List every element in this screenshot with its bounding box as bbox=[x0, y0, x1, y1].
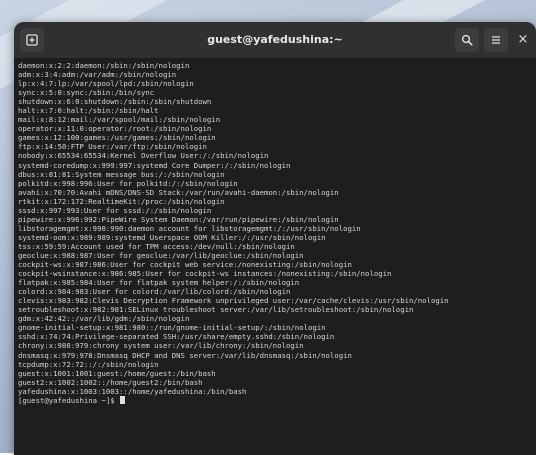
terminal-line: rtkit:x:172:172:RealtimeKit:/proc:/sbin/… bbox=[18, 196, 225, 206]
terminal-line: sssd:x:997:993:User for sssd:/:/sbin/nol… bbox=[18, 205, 212, 215]
terminal-line: games:x:12:100:games:/usr/games:/sbin/no… bbox=[18, 133, 216, 143]
terminal-line: adm:x:3:4:adm:/var/adm:/sbin/nologin bbox=[18, 70, 177, 80]
terminal-line: pipewire:x:996:992:PipeWire System Daemo… bbox=[18, 214, 339, 224]
shell-prompt-line[interactable]: [guest@yafedushina ~]$ bbox=[18, 395, 536, 405]
terminal-line: chrony:x:980:979:chrony system user:/var… bbox=[18, 341, 304, 351]
terminal-window[interactable]: guest@yafedushina:~ × daemon:x:2:2:daemo… bbox=[14, 22, 536, 455]
terminal-line: lp:x:4:7:lp:/var/spool/lpd:/sbin/nologin bbox=[18, 79, 194, 89]
terminal-line: nobody:x:65534:65534:Kernel Overflow Use… bbox=[18, 151, 269, 161]
terminal-line: guest2:x:1002:1002::/home/guest2:/bin/ba… bbox=[18, 377, 203, 387]
terminal-line: yafedushina:x:1003:1003::/home/yafedushi… bbox=[18, 386, 247, 396]
terminal-line: cockpit-wsinstance:x:986:985:User for co… bbox=[18, 269, 392, 279]
text-cursor bbox=[120, 395, 126, 404]
terminal-line: cockpit-ws:x:987:986:User for cockpit we… bbox=[18, 260, 352, 270]
terminal-line: clevis:x:983:982:Clevis Decryption Frame… bbox=[18, 296, 449, 306]
terminal-output[interactable]: daemon:x:2:2:daemon:/sbin:/sbin/nologin a… bbox=[14, 59, 536, 405]
hamburger-menu-icon bbox=[492, 36, 500, 44]
terminal-line: avahi:x:70:70:Avahi mDNS/DNS-SD Stack:/v… bbox=[18, 187, 339, 197]
terminal-line: setroubleshoot:x:982:981:SELinux trouble… bbox=[18, 305, 414, 315]
terminal-line: flatpak:x:985:984:User for flatpak syste… bbox=[18, 278, 300, 288]
terminal-line: gnome-initial-setup:x:981:980::/run/gnom… bbox=[18, 323, 326, 333]
terminal-line: systemd-oom:x:989:989:systemd Userspace … bbox=[18, 232, 326, 242]
terminal-line: geoclue:x:988:987:User for geoclue:/var/… bbox=[18, 250, 304, 260]
terminal-line: gdm:x:42:42::/var/lib/gdm:/sbin/nologin bbox=[18, 314, 190, 324]
close-icon: × bbox=[517, 32, 529, 47]
new-tab-button[interactable] bbox=[20, 28, 44, 52]
search-button[interactable] bbox=[455, 28, 479, 52]
shell-prompt: [guest@yafedushina ~]$ bbox=[18, 395, 120, 405]
menu-button[interactable] bbox=[484, 28, 508, 52]
terminal-line: ftp:x:14:50:FTP User:/var/ftp:/sbin/nolo… bbox=[18, 142, 207, 152]
close-button[interactable]: × bbox=[511, 28, 535, 52]
search-icon bbox=[461, 34, 473, 46]
titlebar[interactable]: guest@yafedushina:~ × bbox=[14, 22, 536, 59]
terminal-line: operator:x:11:0:operator:/root:/sbin/nol… bbox=[18, 124, 212, 134]
terminal-line: polkitd:x:998:996:User for polkitd:/:/sb… bbox=[18, 178, 238, 188]
terminal-line: sync:x:5:0:sync:/sbin:/bin/sync bbox=[18, 88, 155, 98]
terminal-line: daemon:x:2:2:daemon:/sbin:/sbin/nologin bbox=[18, 61, 190, 70]
terminal-line: shutdown:x:6:0:shutdown:/sbin:/sbin/shut… bbox=[18, 97, 212, 107]
terminal-line: dnsmasq:x:979:978:Dnsmasq DHCP and DNS s… bbox=[18, 350, 352, 360]
terminal-line: colord:x:984:983:User for colord:/var/li… bbox=[18, 287, 291, 297]
new-tab-icon bbox=[26, 34, 38, 46]
terminal-line: sshd:x:74:74:Privilege-separated SSH:/us… bbox=[18, 332, 335, 342]
terminal-line: systemd-coredump:x:999:997:systemd Core … bbox=[18, 160, 291, 170]
terminal-line: tcpdump:x:72:72::/:/sbin/nologin bbox=[18, 359, 159, 369]
terminal-line: guest:x:1001:1001:guest:/home/guest:/bin… bbox=[18, 368, 216, 378]
terminal-line: libstoragemgmt:x:990:990:daemon account … bbox=[18, 223, 361, 233]
terminal-line: dbus:x:81:81:System message bus:/:/sbin/… bbox=[18, 169, 225, 179]
terminal-line: tss:x:59:59:Account used for TPM access:… bbox=[18, 241, 295, 251]
terminal-line: mail:x:8:12:mail:/var/spool/mail:/sbin/n… bbox=[18, 115, 221, 125]
terminal-line: halt:x:7:0:halt:/sbin:/sbin/halt bbox=[18, 106, 159, 116]
